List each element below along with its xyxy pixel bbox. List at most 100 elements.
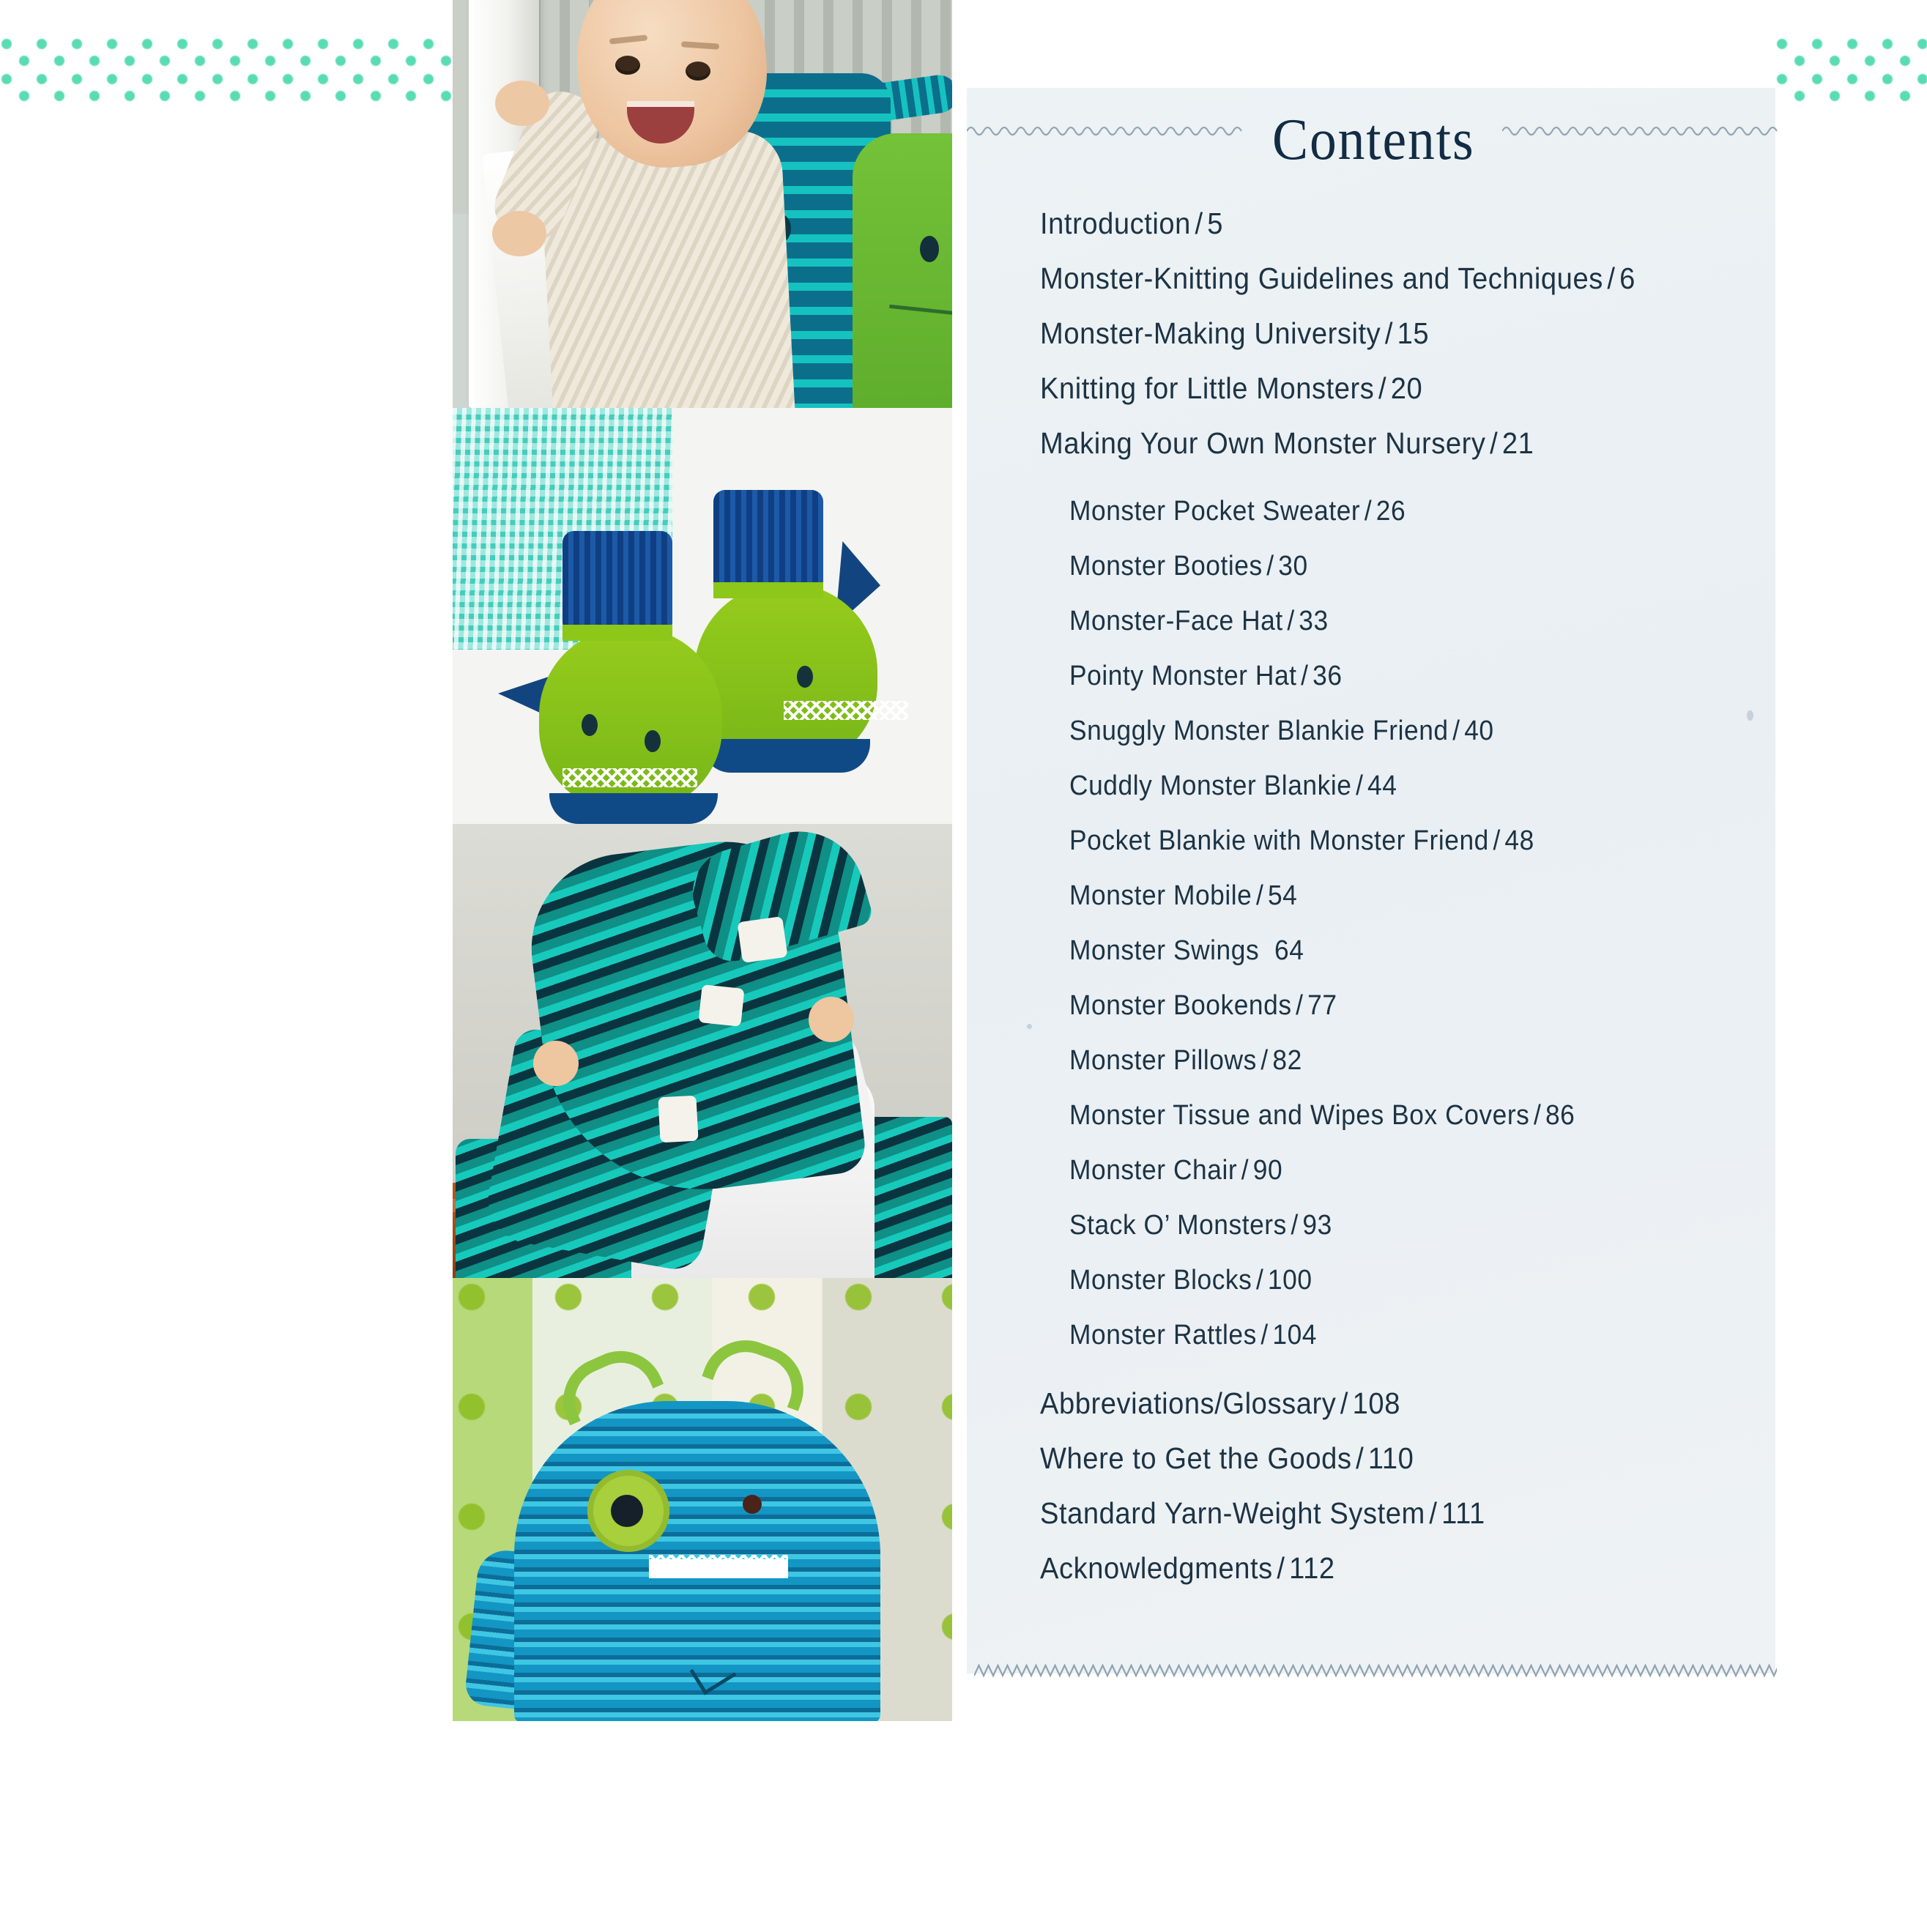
toc-entry-label: Stack O’ Monsters <box>1069 1210 1287 1241</box>
baby-eye <box>615 56 640 75</box>
toc-entry-label: Introduction <box>1040 207 1191 240</box>
toc-entry[interactable]: Cuddly Monster Blankie/44 <box>1069 759 1696 814</box>
bootie-eye <box>582 714 598 736</box>
page-title: Contents <box>1271 108 1475 172</box>
bootie-zigzag-mouth <box>784 701 908 720</box>
toc-entry-page-number: 90 <box>1252 1155 1283 1186</box>
bootie-cuff-band <box>562 625 672 641</box>
toc-entry[interactable]: Where to Get the Goods/110 <box>1040 1431 1694 1486</box>
toc-entry[interactable]: Monster Rattles/104 <box>1069 1308 1696 1363</box>
toc-entry[interactable]: Pointy Monster Hat/36 <box>1069 649 1696 704</box>
toc-entry-label: Pointy Monster Hat <box>1069 661 1297 691</box>
toc-entry-separator: / <box>1378 371 1387 405</box>
toc-entry[interactable]: Snuggly Monster Blankie Friend/40 <box>1069 704 1696 759</box>
toc-entry-separator: / <box>1607 261 1616 295</box>
toc-entry[interactable]: Monster Pillows/82 <box>1069 1033 1696 1088</box>
toc-entry-separator: / <box>1452 716 1460 746</box>
baby-hand <box>495 81 549 126</box>
toc-entry[interactable]: Standard Yarn-Weight System/111 <box>1040 1486 1694 1541</box>
toc-entry[interactable]: Monster-Making University/15 <box>1040 306 1694 361</box>
toc-entry-page-number: 20 <box>1390 371 1423 405</box>
toc-entry-page-number: 30 <box>1278 551 1308 582</box>
toc-entry-page-number: 111 <box>1441 1496 1485 1530</box>
toc-entry-label: Monster-Making University <box>1040 316 1381 350</box>
toc-entry[interactable]: Monster Booties/30 <box>1069 539 1696 594</box>
toc-entry[interactable]: Acknowledgments/112 <box>1040 1541 1694 1596</box>
toc-entry-label: Knitting for Little Monsters <box>1040 371 1375 405</box>
toc-entry-separator: / <box>1493 825 1501 856</box>
toc-entry[interactable]: Making Your Own Monster Nursery/21 <box>1040 416 1694 471</box>
monster-small-eye <box>743 1495 762 1514</box>
toc-entry-page-number: 21 <box>1501 426 1534 460</box>
toc-entry-separator: / <box>1260 1045 1269 1076</box>
toc-entry[interactable]: Knitting for Little Monsters/20 <box>1040 361 1694 416</box>
toc-entry-separator: / <box>1296 990 1304 1021</box>
toc-entry-separator: / <box>1533 1100 1542 1131</box>
toc-entry-page-number: 110 <box>1367 1441 1414 1475</box>
toc-entry-separator: / <box>1301 661 1309 691</box>
toc-entry[interactable]: Monster Chair/90 <box>1069 1143 1696 1198</box>
photo-column <box>453 0 952 1721</box>
toc-entry-label: Monster Bookends <box>1069 990 1292 1021</box>
toc-entry-label: Monster Pillows <box>1069 1045 1257 1076</box>
toc-entry-label: Monster Rattles <box>1069 1320 1257 1350</box>
toc-entry[interactable]: Monster-Knitting Guidelines and Techniqu… <box>1040 251 1694 306</box>
toc-entry[interactable]: Monster Pocket Sweater/26 <box>1069 484 1696 539</box>
toc-entry[interactable]: Introduction/5 <box>1040 196 1694 251</box>
scan-speck <box>1027 1024 1032 1029</box>
toc-entry-label: Monster Mobile <box>1069 880 1252 911</box>
toc-entry-page-number: 5 <box>1207 207 1224 240</box>
hat-tooth <box>698 984 745 1027</box>
wavy-rule-right <box>1502 122 1780 138</box>
toc-entry-label: Monster Pocket Sweater <box>1069 496 1361 527</box>
baby-hand <box>809 997 854 1042</box>
toc-entry-page-number: 104 <box>1272 1320 1318 1350</box>
toc-entry-page-number: 26 <box>1375 496 1406 527</box>
toc-entry-separator: / <box>1340 1386 1349 1420</box>
bootie-sole <box>702 739 870 773</box>
toc-entry-separator: / <box>1241 1155 1250 1186</box>
toc-entry-separator: / <box>1255 1265 1264 1296</box>
toc-entry[interactable]: Monster Tissue and Wipes Box Covers/86 <box>1069 1088 1696 1143</box>
bootie-cuff <box>562 531 672 630</box>
toc-entry-label: Cuddly Monster Blankie <box>1069 770 1352 801</box>
toc-entry-page-number: 93 <box>1302 1210 1332 1241</box>
polka-dot-band-left <box>0 35 469 108</box>
toc-entry-label: Monster Chair <box>1069 1155 1238 1186</box>
toc-entry-page-number: 108 <box>1352 1386 1400 1420</box>
bootie-sole <box>549 793 718 824</box>
toc-entry[interactable]: Monster-Face Hat/33 <box>1069 594 1696 649</box>
baby-hand <box>533 1041 579 1086</box>
toc-entry[interactable]: Stack O’ Monsters/93 <box>1069 1198 1696 1253</box>
toc-entry-separator: / <box>1287 606 1295 636</box>
baby-eye <box>686 62 710 81</box>
toc-entry-label: Monster Swings <box>1069 935 1260 966</box>
toc-entry-separator: / <box>1429 1496 1438 1530</box>
baby-hand <box>492 211 546 256</box>
toc-entry-label: Monster Tissue and Wipes Box Covers <box>1069 1100 1530 1131</box>
contents-heading-row: Contents <box>967 89 1780 170</box>
green-toy-eye <box>920 236 939 262</box>
toc-entry-page-number: 40 <box>1464 716 1494 746</box>
baby-in-crib-photo <box>453 0 952 408</box>
toc-entry-page-number: 112 <box>1289 1551 1335 1585</box>
toc-entry[interactable]: Pocket Blankie with Monster Friend/48 <box>1069 814 1696 869</box>
toc-entry[interactable]: Monster Bookends/77 <box>1069 978 1696 1033</box>
bottom-zigzag-rule <box>974 1661 1777 1680</box>
toc-entry-label: Abbreviations/Glossary <box>1040 1386 1337 1420</box>
toc-entry[interactable]: Monster Swings 64 <box>1069 924 1696 978</box>
toc-entry-label: Standard Yarn-Weight System <box>1040 1496 1425 1530</box>
toc-entry[interactable]: Abbreviations/Glossary/108 <box>1040 1376 1694 1431</box>
toc-entry-separator: / <box>1356 1441 1365 1475</box>
toc-entry-page-number: 44 <box>1367 770 1397 801</box>
toc-entry-label: Where to Get the Goods <box>1040 1441 1352 1475</box>
bootie-cuff <box>713 490 823 589</box>
toc-entry-label: Pocket Blankie with Monster Friend <box>1069 825 1489 856</box>
toc-entry[interactable]: Monster Mobile/54 <box>1069 869 1696 924</box>
monster-teeth <box>649 1555 788 1567</box>
polka-dot-band-right <box>1775 35 1927 108</box>
toc-entry-page-number: 6 <box>1619 261 1635 295</box>
toc-entry-page-number: 54 <box>1267 880 1298 911</box>
toc-entry-page-number: 48 <box>1504 825 1534 856</box>
toc-entry[interactable]: Monster Blocks/100 <box>1069 1253 1696 1308</box>
